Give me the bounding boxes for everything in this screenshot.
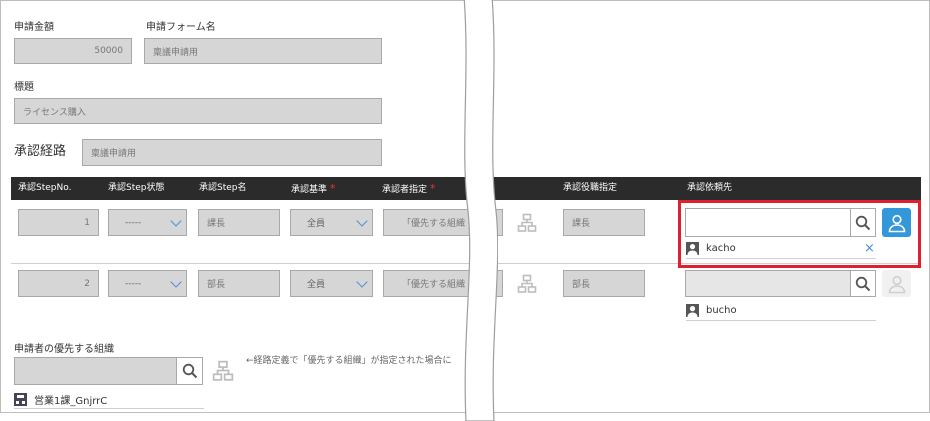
criteria-value: 全員	[307, 280, 326, 290]
header-criteria: 承認基準 *	[291, 182, 336, 195]
chevron-down-icon	[170, 275, 182, 288]
chevron-down-icon	[356, 214, 368, 227]
route-label: 承認経路	[14, 144, 67, 159]
step-status-select[interactable]: -----	[108, 209, 187, 236]
org-note: ←経路定義で「優先する組織」が指定された場合に	[246, 356, 452, 366]
criteria-select[interactable]: 全員	[290, 209, 373, 236]
amount-field[interactable]: 50000	[14, 38, 132, 64]
org-field[interactable]	[14, 357, 177, 385]
chevron-down-icon	[170, 214, 182, 227]
org-badge-icon	[14, 393, 27, 406]
page-break-separator	[463, 0, 498, 421]
org-tree-icon[interactable]	[514, 271, 540, 296]
criteria-value: 全員	[307, 219, 326, 229]
amount-label: 申請金額	[14, 22, 54, 33]
header-approver-spec: 承認者指定 *	[382, 182, 436, 195]
divider	[686, 320, 876, 321]
avatar-icon	[686, 304, 699, 317]
org-tree-icon[interactable]	[514, 210, 540, 235]
criteria-select[interactable]: 全員	[290, 270, 373, 297]
step-no-field[interactable]: 1	[18, 209, 99, 236]
search-button[interactable]	[850, 270, 876, 297]
chevron-down-icon	[356, 275, 368, 288]
org-label: 申請者の優先する組織	[14, 344, 114, 355]
search-icon	[855, 276, 871, 291]
title-field[interactable]: ライセンス購入	[14, 98, 382, 124]
selected-org-tag: 営業1課_GnjrrC	[14, 392, 107, 407]
step-name-field[interactable]: 部長	[198, 270, 280, 297]
org-tree-icon[interactable]	[210, 358, 236, 384]
required-mark: *	[429, 182, 436, 195]
selected-user-name: bucho	[706, 305, 737, 316]
header-role-spec: 承認役職指定	[563, 183, 618, 193]
divider	[14, 408, 204, 409]
form-name-label: 申請フォーム名	[146, 22, 216, 33]
step-name-field[interactable]: 課長	[198, 209, 280, 236]
header-step-status: 承認Step状態	[108, 183, 165, 193]
title-label: 標題	[14, 82, 34, 93]
step-status-select[interactable]: -----	[108, 270, 187, 297]
step-status-value: -----	[125, 278, 142, 289]
header-step-no: 承認StepNo.	[18, 183, 72, 193]
role-spec-field[interactable]: 部長	[563, 270, 645, 297]
org-search-button[interactable]	[176, 357, 203, 385]
request-to-search-input	[685, 270, 851, 297]
highlight-box	[678, 200, 921, 268]
select-user-button	[882, 270, 911, 297]
route-field[interactable]: 稟議申請用	[82, 139, 382, 166]
required-mark: *	[329, 182, 336, 195]
role-spec-field[interactable]: 課長	[563, 209, 645, 236]
selected-user-tag: bucho	[686, 304, 737, 317]
header-request-to: 承認依頼先	[687, 183, 733, 193]
step-no-field[interactable]: 2	[18, 270, 99, 297]
selected-org-name: 営業1課_GnjrrC	[34, 396, 108, 407]
header-step-name: 承認Step名	[199, 183, 247, 193]
step-status-value: -----	[125, 217, 142, 228]
form-name-field[interactable]: 稟議申請用	[144, 38, 382, 64]
user-icon	[888, 275, 905, 293]
search-icon	[182, 363, 197, 379]
